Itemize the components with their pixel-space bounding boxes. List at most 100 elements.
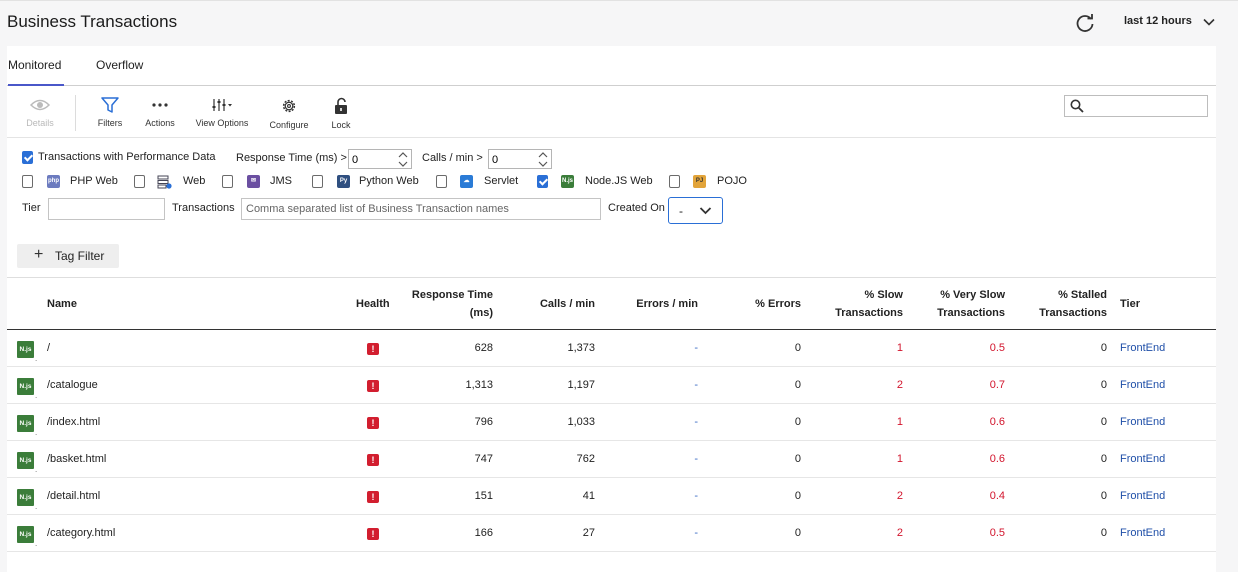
jms-checkbox[interactable]: [222, 175, 233, 188]
tier-input[interactable]: [48, 198, 165, 220]
col-response-time[interactable]: Response Time (ms): [393, 286, 493, 322]
python-web-checkbox[interactable]: [312, 175, 323, 188]
icon-overflow-dot: .: [35, 502, 38, 511]
perf-data-checkbox[interactable]: [22, 151, 33, 164]
transaction-name-link[interactable]: /catalogue: [47, 379, 98, 391]
page-title: Business Transactions: [7, 12, 178, 31]
stepper-up-icon[interactable]: [397, 151, 409, 159]
health-critical-icon[interactable]: !: [367, 380, 379, 392]
very-slow-cell: 0.6: [989, 416, 1005, 428]
tier-link[interactable]: FrontEnd: [1120, 342, 1165, 354]
tab-bar: Monitored Overflow: [7, 46, 1216, 86]
view-options-button[interactable]: View Options: [195, 97, 249, 128]
response-time-label: Response Time (ms) >: [236, 152, 347, 164]
stepper-down-icon[interactable]: [537, 160, 549, 168]
col-calls[interactable]: Calls / min: [507, 295, 595, 313]
transaction-name-link[interactable]: /index.html: [47, 416, 100, 428]
tab-monitored[interactable]: Monitored: [8, 58, 65, 86]
chevron-down-icon[interactable]: [1202, 15, 1216, 29]
calls-cell: 1,373: [567, 342, 595, 354]
lock-button[interactable]: Lock: [329, 97, 353, 130]
health-critical-icon[interactable]: !: [367, 417, 379, 429]
actions-button[interactable]: Actions: [143, 97, 177, 128]
web-checkbox[interactable]: [134, 175, 145, 188]
nodejs-web-checkbox[interactable]: [537, 175, 548, 188]
stalled-cell: 0: [1100, 527, 1107, 539]
python-icon: Py: [337, 175, 350, 188]
tier-link[interactable]: FrontEnd: [1120, 416, 1165, 428]
pct-errors-cell: 0: [794, 527, 801, 539]
health-critical-icon[interactable]: !: [367, 454, 379, 466]
filters-label: Filters: [97, 118, 123, 128]
tab-overflow[interactable]: Overflow: [96, 58, 143, 72]
transaction-name-link[interactable]: /category.html: [47, 527, 115, 539]
table-row[interactable]: N.js. /basket.html! 747 762 - 0 1 0.6 0 FrontEnd: [7, 441, 1216, 478]
calls-cell: 27: [582, 527, 595, 539]
col-stalled-line2: Transactions: [1039, 307, 1107, 319]
created-on-value: -: [679, 204, 683, 218]
stepper-down-icon[interactable]: [397, 160, 409, 168]
col-name[interactable]: Name: [47, 295, 77, 313]
tier-link[interactable]: FrontEnd: [1120, 527, 1165, 539]
servlet-checkbox[interactable]: [436, 175, 447, 188]
pct-errors-cell: 0: [794, 379, 801, 391]
col-health[interactable]: Health: [356, 295, 390, 313]
tier-link[interactable]: FrontEnd: [1120, 490, 1165, 502]
health-critical-icon[interactable]: !: [367, 528, 379, 540]
col-very-slow-line2: Transactions: [937, 307, 1005, 319]
details-label: Details: [26, 118, 54, 128]
actions-label: Actions: [145, 118, 175, 128]
col-errors[interactable]: Errors / min: [607, 295, 698, 313]
calls-input[interactable]: [492, 152, 532, 167]
table-row[interactable]: N.js. /index.html! 796 1,033 - 0 1 0.6 0 FrontEnd: [7, 404, 1216, 441]
transactions-input[interactable]: [241, 198, 601, 220]
top-divider: [0, 0, 1238, 1]
calls-stepper[interactable]: [488, 149, 552, 169]
col-tier[interactable]: Tier: [1120, 295, 1140, 313]
calls-cell: 1,197: [567, 379, 595, 391]
col-very-slow-line1: % Very Slow: [940, 289, 1005, 301]
time-range-selector[interactable]: last 12 hours: [1124, 15, 1192, 27]
icon-overflow-dot: .: [35, 391, 38, 400]
filters-button[interactable]: Filters: [95, 97, 125, 128]
tier-link[interactable]: FrontEnd: [1120, 379, 1165, 391]
chevron-down-icon: [699, 207, 712, 215]
gear-icon: [282, 99, 296, 113]
search-input[interactable]: [1087, 97, 1205, 115]
nodejs-icon: N.js: [17, 452, 34, 469]
very-slow-cell: 0.5: [989, 342, 1005, 354]
transaction-name-link[interactable]: /basket.html: [47, 453, 106, 465]
response-time-stepper[interactable]: [348, 149, 412, 169]
tier-link[interactable]: FrontEnd: [1120, 453, 1165, 465]
pojo-label: POJO: [717, 175, 747, 187]
table-row[interactable]: N.js. /detail.html! 151 41 - 0 2 0.4 0 FrontEnd: [7, 478, 1216, 515]
table-row[interactable]: N.js. /catalogue! 1,313 1,197 - 0 2 0.7 0 FrontEn…: [7, 367, 1216, 404]
transaction-name-link[interactable]: /detail.html: [47, 490, 100, 502]
col-pct-errors[interactable]: % Errors: [717, 295, 801, 313]
response-time-input[interactable]: [352, 152, 392, 167]
view-options-label: View Options: [195, 118, 249, 128]
configure-button[interactable]: Configure: [269, 97, 309, 130]
details-button[interactable]: Details: [21, 97, 59, 128]
response-time-cell: 151: [474, 490, 493, 502]
col-stalled[interactable]: % Stalled Transactions: [1007, 286, 1107, 322]
health-critical-icon[interactable]: !: [367, 491, 379, 503]
pct-errors-cell: 0: [794, 416, 801, 428]
refresh-icon[interactable]: [1074, 12, 1096, 34]
table-row[interactable]: N.js. /category.html! 166 27 - 0 2 0.5 0 FrontEnd: [7, 515, 1216, 552]
icon-overflow-dot: .: [35, 354, 38, 363]
col-slow[interactable]: % Slow Transactions: [807, 286, 903, 322]
web-label: Web: [183, 175, 206, 187]
pojo-checkbox[interactable]: [669, 175, 680, 188]
transaction-name-link[interactable]: /: [47, 342, 50, 354]
configure-label: Configure: [269, 120, 309, 130]
table-row[interactable]: N.js. /! 628 1,373 - 0 1 0.5 0 FrontEnd: [7, 330, 1216, 367]
php-web-checkbox[interactable]: [22, 175, 33, 188]
stepper-up-icon[interactable]: [537, 151, 549, 159]
nodejs-icon: N.js: [17, 378, 34, 395]
tag-filter-button[interactable]: + Tag Filter: [17, 244, 119, 268]
created-on-select[interactable]: -: [668, 197, 723, 224]
nodejs-web-label: Node.JS Web: [585, 175, 653, 187]
health-critical-icon[interactable]: !: [367, 343, 379, 355]
col-very-slow[interactable]: % Very Slow Transactions: [907, 286, 1005, 322]
